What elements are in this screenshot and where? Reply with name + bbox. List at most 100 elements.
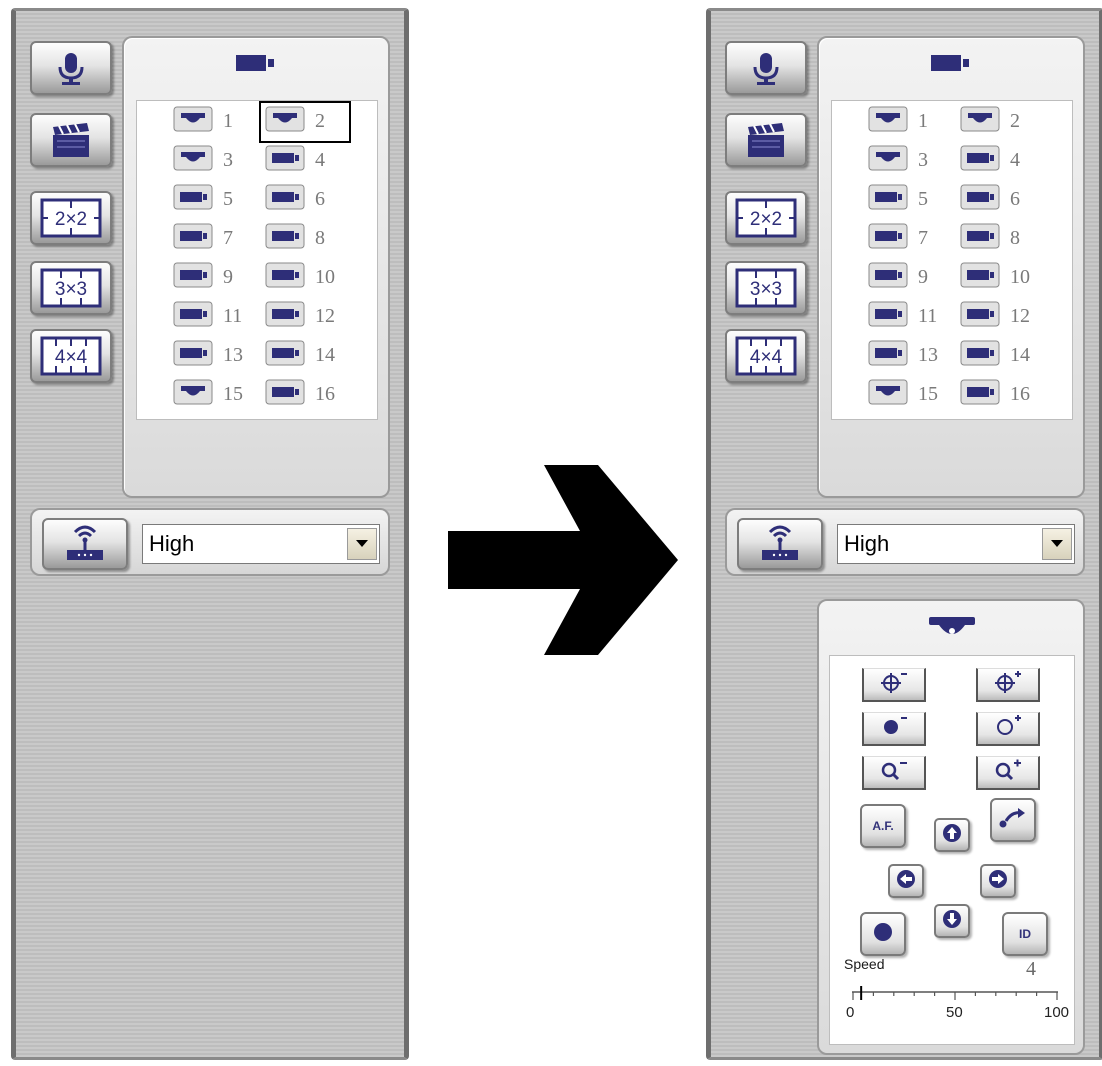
focus-near-button[interactable] xyxy=(862,668,926,702)
camera-item-16[interactable]: 16 xyxy=(265,379,341,408)
svg-text:4×4: 4×4 xyxy=(55,347,88,368)
record-button[interactable] xyxy=(725,113,807,167)
record-button[interactable] xyxy=(30,113,112,167)
network-button[interactable] xyxy=(737,518,823,570)
camera-item-8[interactable]: 8 xyxy=(960,223,1036,254)
grid-2x2-icon: 2×2 xyxy=(40,198,102,238)
arrow-up-icon xyxy=(942,823,962,848)
camera-id-button[interactable]: ID xyxy=(1002,912,1048,956)
camera-number: 11 xyxy=(223,304,243,327)
camera-number: 7 xyxy=(223,226,233,249)
iris-close-button[interactable] xyxy=(862,712,926,746)
network-router-icon xyxy=(758,520,802,569)
camera-item-9[interactable]: 9 xyxy=(173,262,249,291)
box-camera-icon xyxy=(265,145,305,176)
camera-item-13[interactable]: 13 xyxy=(173,340,249,369)
audio-button[interactable] xyxy=(725,41,807,95)
camera-selection-highlight xyxy=(259,101,351,143)
zoom-out-button[interactable] xyxy=(862,756,926,790)
auto-focus-button[interactable]: A.F. xyxy=(860,804,906,848)
audio-button[interactable] xyxy=(30,41,112,95)
network-button[interactable] xyxy=(42,518,128,570)
layout-3x3-button[interactable]: 3×3 xyxy=(30,261,112,315)
camera-item-10[interactable]: 10 xyxy=(265,262,341,293)
camera-number: 16 xyxy=(1010,382,1030,405)
camera-item-9[interactable]: 9 xyxy=(868,262,944,291)
iris-open-icon xyxy=(993,714,1023,743)
record-dot-icon xyxy=(873,922,893,947)
box-camera-icon xyxy=(265,184,305,215)
clapperboard-icon xyxy=(744,121,788,159)
tilt-down-button[interactable] xyxy=(934,904,970,938)
box-camera-icon xyxy=(265,262,305,293)
camera-item-12[interactable]: 12 xyxy=(960,301,1036,330)
camera-number: 8 xyxy=(315,226,325,249)
tilt-up-button[interactable] xyxy=(934,818,970,852)
camera-number: 2 xyxy=(1010,109,1020,132)
camera-item-6[interactable]: 6 xyxy=(960,184,1036,213)
chevron-down-icon[interactable] xyxy=(347,528,377,560)
camera-number: 13 xyxy=(918,343,938,366)
box-camera-icon xyxy=(173,184,213,215)
camera-item-15[interactable]: 15 xyxy=(173,379,249,408)
grid-4x4-icon: 4×4 xyxy=(735,336,797,376)
set-preset-button[interactable] xyxy=(860,912,906,956)
camera-item-5[interactable]: 5 xyxy=(868,184,944,213)
camera-item-13[interactable]: 13 xyxy=(868,340,944,369)
camera-item-12[interactable]: 12 xyxy=(265,301,341,332)
camera-item-2[interactable]: 2 xyxy=(960,106,1036,135)
camera-item-4[interactable]: 4 xyxy=(265,145,341,176)
camera-item-1[interactable]: 1 xyxy=(173,106,249,135)
pan-left-button[interactable] xyxy=(888,864,924,898)
camera-item-1[interactable]: 1 xyxy=(868,106,944,135)
camera-number: 13 xyxy=(223,343,243,366)
layout-2x2-button[interactable]: 2×2 xyxy=(30,191,112,245)
camera-list: 1 2 3 4 5 6 7 8 9 10 11 12 13 14 15 16 xyxy=(831,100,1073,420)
speed-slider[interactable]: 0 50 100 xyxy=(846,984,1069,1024)
camera-item-16[interactable]: 16 xyxy=(960,379,1036,408)
camera-item-7[interactable]: 7 xyxy=(173,223,249,252)
grid-4x4-icon: 4×4 xyxy=(40,336,102,376)
focus-minus-icon xyxy=(879,670,909,699)
box-camera-icon xyxy=(265,301,305,332)
layout-4x4-button[interactable]: 4×4 xyxy=(725,329,807,383)
camera-item-15[interactable]: 15 xyxy=(868,379,944,408)
camera-item-10[interactable]: 10 xyxy=(960,262,1036,291)
camera-number: 4 xyxy=(315,148,325,171)
camera-item-11[interactable]: 11 xyxy=(868,301,944,330)
camera-number: 1 xyxy=(223,109,233,132)
camera-item-11[interactable]: 11 xyxy=(173,301,249,330)
layout-3x3-button[interactable]: 3×3 xyxy=(725,261,807,315)
quality-select[interactable]: High xyxy=(837,524,1075,564)
camera-item-6[interactable]: 6 xyxy=(265,184,341,215)
camera-number: 14 xyxy=(315,343,335,366)
box-camera-icon xyxy=(960,223,1000,254)
quality-select[interactable]: High xyxy=(142,524,380,564)
dome-camera-icon xyxy=(868,145,908,176)
camera-item-5[interactable]: 5 xyxy=(173,184,249,215)
camera-item-3[interactable]: 3 xyxy=(868,145,944,176)
camera-number: 15 xyxy=(223,382,243,405)
box-camera-icon xyxy=(960,145,1000,176)
iris-open-button[interactable] xyxy=(976,712,1040,746)
camera-id-label: ID xyxy=(1019,927,1031,941)
camera-item-3[interactable]: 3 xyxy=(173,145,249,174)
preset-return-button[interactable] xyxy=(990,798,1036,842)
box-camera-icon xyxy=(265,223,305,254)
camera-item-14[interactable]: 14 xyxy=(265,340,341,369)
camera-item-4[interactable]: 4 xyxy=(960,145,1036,176)
camera-number: 6 xyxy=(1010,187,1020,210)
layout-2x2-button[interactable]: 2×2 xyxy=(725,191,807,245)
video-camera-icon xyxy=(929,52,973,79)
pan-right-button[interactable] xyxy=(980,864,1016,898)
camera-item-7[interactable]: 7 xyxy=(868,223,944,252)
layout-4x4-button[interactable]: 4×4 xyxy=(30,329,112,383)
camera-item-14[interactable]: 14 xyxy=(960,340,1036,369)
camera-item-8[interactable]: 8 xyxy=(265,223,341,254)
zoom-out-icon xyxy=(879,758,909,787)
camera-selector: 1 2 3 4 5 6 7 8 9 10 11 12 13 14 15 16 xyxy=(817,36,1085,498)
focus-far-button[interactable] xyxy=(976,668,1040,702)
chevron-down-icon[interactable] xyxy=(1042,528,1072,560)
zoom-in-button[interactable] xyxy=(976,756,1040,790)
zoom-in-icon xyxy=(993,758,1023,787)
